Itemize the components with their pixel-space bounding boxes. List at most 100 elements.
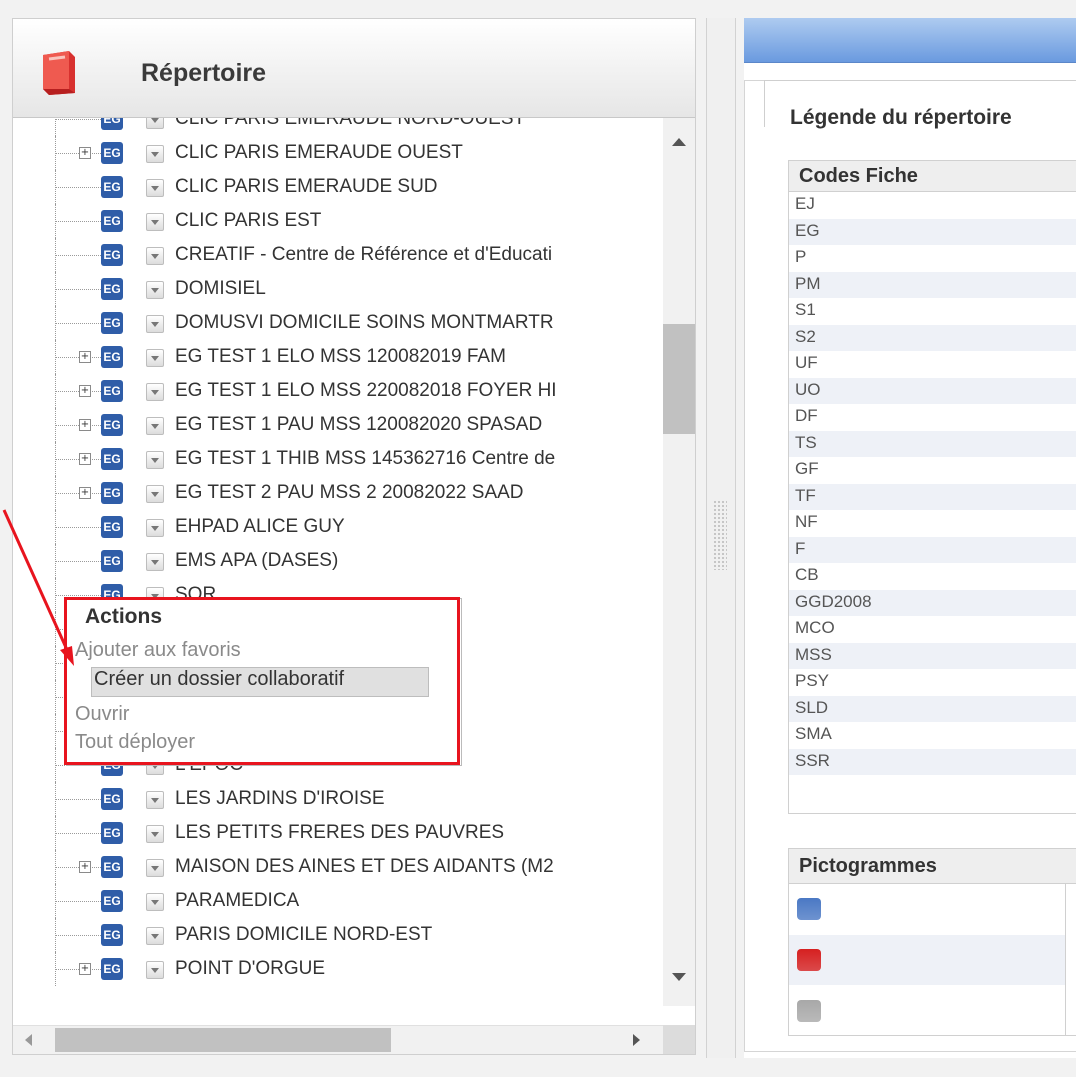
tree-connector-line	[55, 493, 101, 495]
tree-item[interactable]: + EG EG TEST 1 ELO MSS 120082019 FAM	[13, 340, 663, 374]
dropdown-arrow-icon[interactable]	[146, 247, 164, 265]
scroll-up-arrow-icon[interactable]	[672, 138, 686, 146]
entity-type-badge: EG	[101, 516, 123, 538]
expand-plus-icon[interactable]: +	[79, 385, 91, 397]
tree-item[interactable]: EG EHPAD ALICE GUY	[13, 510, 663, 544]
dropdown-arrow-icon[interactable]	[146, 451, 164, 469]
dropdown-arrow-icon[interactable]	[146, 927, 164, 945]
tree-item[interactable]: EG EMS APA (DASES)	[13, 544, 663, 578]
tree-item-label[interactable]: EHPAD ALICE GUY	[175, 516, 345, 538]
tree-item[interactable]: + EG MAISON DES AINES ET DES AIDANTS (M2	[13, 850, 663, 884]
tree-item-label[interactable]: CLIC PARIS EST	[175, 210, 321, 232]
expand-plus-icon[interactable]: +	[79, 487, 91, 499]
dropdown-arrow-icon[interactable]	[146, 961, 164, 979]
dropdown-arrow-icon[interactable]	[146, 118, 164, 129]
code-row: MCO	[789, 616, 1076, 642]
tree-item[interactable]: + EG EG TEST 1 PAU MSS 120082020 SPASAD	[13, 408, 663, 442]
tree-connector-line	[55, 357, 101, 359]
tree-item[interactable]: EG PARAMEDICA	[13, 884, 663, 918]
tree-item-label[interactable]: LES PETITS FRERES DES PAUVRES	[175, 822, 504, 844]
tree-item-label[interactable]: CLIC PARIS EMERAUDE SUD	[175, 176, 438, 198]
tree-item[interactable]: + EG EG TEST 1 THIB MSS 145362716 Centre d…	[13, 442, 663, 476]
dropdown-arrow-icon[interactable]	[146, 417, 164, 435]
dropdown-arrow-icon[interactable]	[146, 485, 164, 503]
menu-item-ouvrir[interactable]: Ouvrir	[75, 703, 129, 731]
tree-item[interactable]: EG CLIC PARIS EMERAUDE SUD	[13, 170, 663, 204]
tree-item[interactable]: EG CLIC PARIS EMERAUDE NORD-OUEST	[13, 118, 663, 136]
entity-type-badge: EG	[101, 380, 123, 402]
tree-item-label[interactable]: EG TEST 2 PAU MSS 2 20082022 SAAD	[175, 482, 524, 504]
tree-item[interactable]: EG PARIS DOMICILE NORD-EST	[13, 918, 663, 952]
scroll-right-arrow-icon[interactable]	[633, 1034, 640, 1046]
repertoire-title: Répertoire	[141, 59, 267, 87]
menu-item-tout-deployer[interactable]: Tout déployer	[75, 731, 195, 759]
menu-item-creer-dossier-collaboratif[interactable]: Créer un dossier collaboratif	[91, 667, 429, 697]
dropdown-arrow-icon[interactable]	[146, 281, 164, 299]
tree-item-label[interactable]: EG TEST 1 ELO MSS 120082019 FAM	[175, 346, 506, 368]
expand-plus-icon[interactable]: +	[79, 861, 91, 873]
expand-plus-icon[interactable]: +	[79, 453, 91, 465]
actions-context-menu: Actions Ajouter aux favoris Créer un dos…	[66, 598, 462, 766]
tree-item-label[interactable]: EG TEST 1 PAU MSS 120082020 SPASAD	[175, 414, 542, 436]
tree-item-label[interactable]: DOMUSVI DOMICILE SOINS MONTMARTR	[175, 312, 554, 334]
dropdown-arrow-icon[interactable]	[146, 383, 164, 401]
menu-item-ajouter-favoris[interactable]: Ajouter aux favoris	[75, 639, 241, 667]
code-row: PM	[789, 271, 1076, 298]
code-label: DF	[795, 406, 818, 425]
expand-plus-icon[interactable]: +	[79, 963, 91, 975]
dropdown-arrow-icon[interactable]	[146, 791, 164, 809]
vertical-scroll-thumb[interactable]	[663, 324, 695, 434]
tree-item-label[interactable]: MAISON DES AINES ET DES AIDANTS (M2	[175, 856, 554, 878]
dropdown-arrow-icon[interactable]	[146, 145, 164, 163]
splitter-grip-icon[interactable]	[713, 500, 727, 570]
tree-item[interactable]: EG DOMISIEL	[13, 272, 663, 306]
tree-item[interactable]: EG CREATIF - Centre de Référence et d'Edu…	[13, 238, 663, 272]
tree-item[interactable]: EG LES JARDINS D'IROISE	[13, 782, 663, 816]
scroll-down-arrow-icon[interactable]	[672, 973, 686, 981]
horizontal-scrollbar[interactable]	[13, 1025, 663, 1054]
tree-item-label[interactable]: EG TEST 1 ELO MSS 220082018 FOYER HI	[175, 380, 557, 402]
dropdown-arrow-icon[interactable]	[146, 213, 164, 231]
code-label: EG	[795, 220, 820, 240]
tree-item-label[interactable]: PARAMEDICA	[175, 890, 299, 912]
dropdown-arrow-icon[interactable]	[146, 315, 164, 333]
tree-item-label[interactable]: EMS APA (DASES)	[175, 550, 338, 572]
tree-item-label[interactable]: PARIS DOMICILE NORD-EST	[175, 924, 432, 946]
dropdown-arrow-icon[interactable]	[146, 859, 164, 877]
dropdown-arrow-icon[interactable]	[146, 349, 164, 367]
tree-item[interactable]: + EG EG TEST 2 PAU MSS 2 20082022 SAAD	[13, 476, 663, 510]
entity-type-badge: EG	[101, 924, 123, 946]
tree-item-label[interactable]: DOMISIEL	[175, 278, 266, 300]
tree-item-label[interactable]: CREATIF - Centre de Référence et d'Educa…	[175, 244, 552, 266]
code-label: UF	[795, 353, 818, 372]
expand-plus-icon[interactable]: +	[79, 147, 91, 159]
scroll-left-arrow-icon[interactable]	[25, 1034, 32, 1046]
tree-item[interactable]: + EG EG TEST 1 ELO MSS 220082018 FOYER HI	[13, 374, 663, 408]
tree-item-label[interactable]: POINT D'ORGUE	[175, 958, 325, 980]
tree-item[interactable]: + EG POINT D'ORGUE	[13, 952, 663, 986]
dropdown-arrow-icon[interactable]	[146, 553, 164, 571]
entity-type-badge: EG	[101, 244, 123, 266]
code-label: S2	[795, 326, 816, 346]
horizontal-scroll-thumb[interactable]	[55, 1028, 391, 1052]
tree-item-label[interactable]: CLIC PARIS EMERAUDE OUEST	[175, 142, 463, 164]
tree-item[interactable]: EG LES PETITS FRERES DES PAUVRES	[13, 816, 663, 850]
dropdown-arrow-icon[interactable]	[146, 825, 164, 843]
legend-panel: Légende du répertoire Codes Fiche EJ EG P P…	[744, 18, 1076, 1058]
tree-item-label[interactable]: CLIC PARIS EMERAUDE NORD-OUEST	[175, 118, 525, 130]
code-row: SLD	[789, 695, 1076, 722]
dropdown-arrow-icon[interactable]	[146, 893, 164, 911]
vertical-scrollbar[interactable]	[663, 118, 695, 1006]
code-row: P	[789, 245, 1076, 271]
tree-item[interactable]: EG CLIC PARIS EST	[13, 204, 663, 238]
tree-item-label[interactable]: LES JARDINS D'IROISE	[175, 788, 385, 810]
dropdown-arrow-icon[interactable]	[146, 519, 164, 537]
tree-item[interactable]: EG DOMUSVI DOMICILE SOINS MONTMARTR	[13, 306, 663, 340]
dropdown-arrow-icon[interactable]	[146, 179, 164, 197]
tree-connector-line	[55, 289, 101, 291]
expand-plus-icon[interactable]: +	[79, 351, 91, 363]
tree-item[interactable]: + EG CLIC PARIS EMERAUDE OUEST	[13, 136, 663, 170]
panel-splitter[interactable]	[706, 18, 736, 1058]
expand-plus-icon[interactable]: +	[79, 419, 91, 431]
tree-item-label[interactable]: EG TEST 1 THIB MSS 145362716 Centre de	[175, 448, 555, 470]
